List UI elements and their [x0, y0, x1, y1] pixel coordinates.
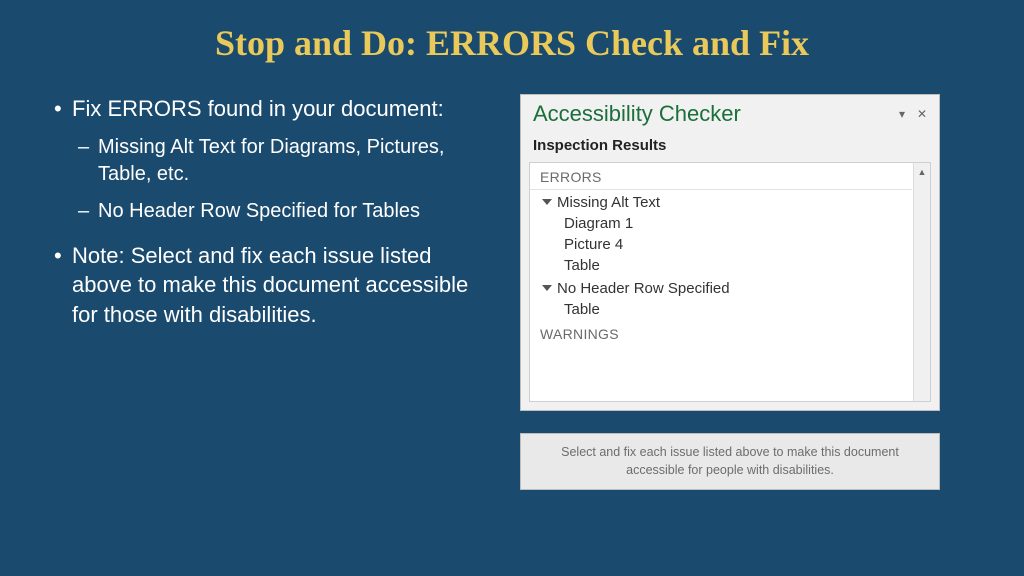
bullet-2: Note: Select and fix each issue listed a…	[50, 241, 490, 330]
error-item[interactable]: Table	[542, 255, 912, 276]
caret-down-icon	[542, 285, 552, 291]
bullet-1-text: Fix ERRORS found in your document:	[72, 96, 444, 121]
group-header-label: Missing Alt Text	[557, 194, 660, 211]
inspection-results-list: ERRORS Missing Alt Text Diagram 1 Pictur…	[529, 162, 931, 402]
bullet-1: Fix ERRORS found in your document: Missi…	[50, 94, 490, 225]
error-item[interactable]: Table	[542, 299, 912, 320]
panel-title: Accessibility Checker	[533, 101, 741, 127]
accessibility-checker-panel: Accessibility Checker ▾ ✕ Inspection Res…	[520, 94, 940, 411]
error-item[interactable]: Picture 4	[542, 234, 912, 255]
dropdown-icon[interactable]: ▾	[895, 107, 909, 121]
sub-bullet-1b: No Header Row Specified for Tables	[72, 198, 490, 225]
error-group-missing-alt-text: Missing Alt Text Diagram 1 Picture 4 Tab…	[530, 190, 912, 276]
close-icon[interactable]: ✕	[915, 107, 929, 121]
error-item[interactable]: Diagram 1	[542, 213, 912, 234]
group-header-no-header-row[interactable]: No Header Row Specified	[542, 276, 912, 299]
warnings-category: WARNINGS	[530, 320, 912, 342]
group-header-label: No Header Row Specified	[557, 280, 730, 297]
caret-down-icon	[542, 199, 552, 205]
scroll-up-icon[interactable]: ▲	[914, 163, 930, 180]
screenshot-column: Accessibility Checker ▾ ✕ Inspection Res…	[520, 94, 940, 490]
errors-category: ERRORS	[530, 163, 912, 190]
sub-bullet-1a: Missing Alt Text for Diagrams, Pictures,…	[72, 134, 490, 188]
scrollbar[interactable]: ▲	[913, 163, 930, 401]
error-group-no-header-row: No Header Row Specified Table	[530, 276, 912, 320]
bullet-list-column: Fix ERRORS found in your document: Missi…	[50, 94, 490, 490]
inspection-results-label: Inspection Results	[521, 131, 939, 162]
content-row: Fix ERRORS found in your document: Missi…	[0, 64, 1024, 490]
group-header-missing-alt-text[interactable]: Missing Alt Text	[542, 190, 912, 213]
panel-header: Accessibility Checker ▾ ✕	[521, 95, 939, 131]
helper-text-panel: Select and fix each issue listed above t…	[520, 433, 940, 490]
slide-title: Stop and Do: ERRORS Check and Fix	[0, 0, 1024, 64]
